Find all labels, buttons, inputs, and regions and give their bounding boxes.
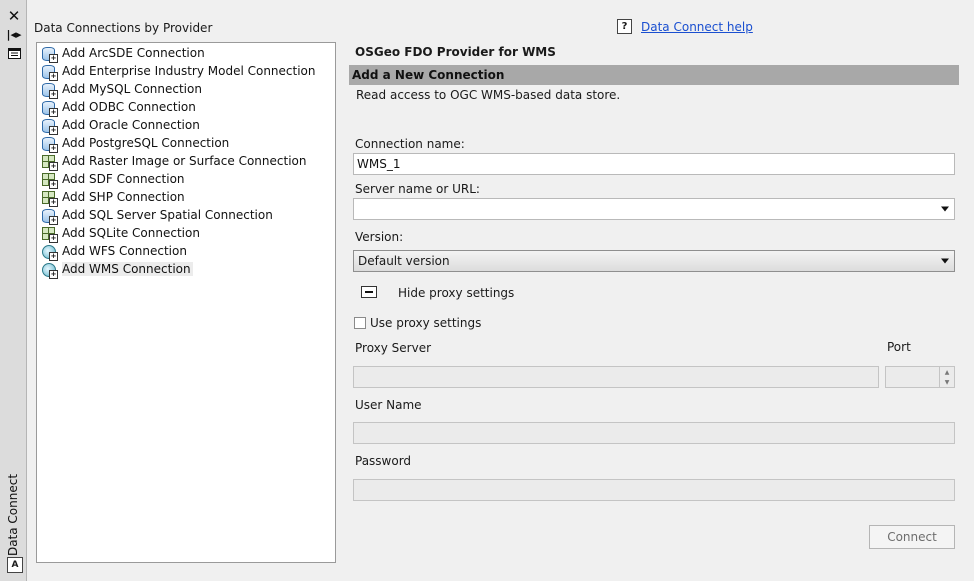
proxy-server-label: Proxy Server	[355, 341, 432, 355]
database-icon: +	[41, 46, 58, 63]
close-icon[interactable]: ✕	[6, 7, 22, 25]
list-item-label: Add ODBC Connection	[62, 100, 196, 114]
list-item-label: Add Raster Image or Surface Connection	[62, 154, 307, 168]
list-item-label: Add PostgreSQL Connection	[62, 136, 230, 150]
user-name-input[interactable]	[353, 422, 955, 444]
list-item[interactable]: + Add Enterprise Industry Model Connectio…	[41, 62, 316, 81]
list-item-label: Add WMS Connection	[62, 262, 193, 276]
list-item-label: Add ArcSDE Connection	[62, 46, 205, 60]
data-connect-help-link[interactable]: Data Connect help	[641, 20, 753, 34]
list-item-label: Add SDF Connection	[62, 172, 185, 186]
list-item[interactable]: + Add Raster Image or Surface Connection	[41, 152, 307, 171]
list-item[interactable]: + Add WMS Connection	[41, 260, 193, 279]
list-item[interactable]: + Add WFS Connection	[41, 242, 187, 261]
file-data-icon: +	[41, 172, 58, 189]
server-url-label: Server name or URL:	[355, 182, 480, 196]
database-icon: +	[41, 100, 58, 117]
password-input[interactable]	[353, 479, 955, 501]
help-icon[interactable]: ?	[617, 19, 632, 34]
connect-button[interactable]: Connect	[869, 525, 955, 549]
palette-strip: ✕ |◂▸ Data Connect A	[0, 0, 27, 581]
provider-title: OSGeo FDO Provider for WMS	[355, 45, 556, 59]
database-icon: +	[41, 208, 58, 225]
version-dropdown-icon[interactable]	[941, 258, 949, 264]
file-data-icon: +	[41, 190, 58, 207]
list-item-label: Add Oracle Connection	[62, 118, 200, 132]
port-down-icon[interactable]: ▼	[939, 377, 954, 387]
server-url-combobox[interactable]	[353, 198, 955, 220]
autohide-icon[interactable]: |◂▸	[6, 26, 22, 42]
database-icon: +	[41, 136, 58, 153]
list-item[interactable]: + Add SQLite Connection	[41, 224, 200, 243]
file-data-icon: +	[41, 226, 58, 243]
list-item-label: Add SHP Connection	[62, 190, 185, 204]
connection-name-label: Connection name:	[355, 137, 465, 151]
list-item-label: Add SQL Server Spatial Connection	[62, 208, 273, 222]
properties-icon[interactable]	[6, 45, 22, 61]
user-name-label: User Name	[355, 398, 422, 412]
version-value: Default version	[358, 254, 450, 268]
palette-a-icon[interactable]: A	[7, 557, 23, 573]
use-proxy-checkbox[interactable]	[354, 317, 366, 329]
list-item[interactable]: + Add Oracle Connection	[41, 116, 200, 135]
version-label: Version:	[355, 230, 404, 244]
provider-list[interactable]: + Add ArcSDE Connection + Add Enterprise In…	[36, 42, 336, 563]
list-item[interactable]: + Add SDF Connection	[41, 170, 185, 189]
password-label: Password	[355, 454, 412, 468]
globe-icon: +	[41, 244, 58, 261]
proxy-server-input[interactable]	[353, 366, 879, 388]
provider-description: Read access to OGC WMS-based data store.	[356, 88, 621, 102]
section-title: Add a New Connection	[352, 68, 505, 82]
list-item[interactable]: + Add SHP Connection	[41, 188, 185, 207]
section-header: Add a New Connection	[349, 65, 959, 85]
file-data-icon: +	[41, 154, 58, 171]
list-item[interactable]: + Add PostgreSQL Connection	[41, 134, 230, 153]
palette-title: Data Connect	[6, 473, 20, 557]
list-item-label: Add Enterprise Industry Model Connection	[62, 64, 316, 78]
database-icon: +	[41, 64, 58, 81]
database-icon: +	[41, 82, 58, 99]
version-select[interactable]: Default version	[353, 250, 955, 272]
list-item[interactable]: + Add ODBC Connection	[41, 98, 196, 117]
provider-list-title: Data Connections by Provider	[34, 21, 213, 35]
database-icon: +	[41, 118, 58, 135]
list-item[interactable]: + Add MySQL Connection	[41, 80, 202, 99]
globe-icon: +	[41, 262, 58, 279]
list-item-label: Add MySQL Connection	[62, 82, 202, 96]
list-item-label: Add WFS Connection	[62, 244, 187, 258]
port-up-icon[interactable]: ▲	[939, 367, 954, 377]
connection-name-input[interactable]	[353, 153, 955, 175]
use-proxy-label[interactable]: Use proxy settings	[370, 316, 481, 330]
collapse-icon[interactable]	[361, 286, 377, 298]
hide-proxy-settings-label[interactable]: Hide proxy settings	[398, 286, 514, 300]
list-item[interactable]: + Add SQL Server Spatial Connection	[41, 206, 273, 225]
list-item-label: Add SQLite Connection	[62, 226, 200, 240]
list-item[interactable]: + Add ArcSDE Connection	[41, 44, 205, 63]
server-url-dropdown-icon[interactable]	[941, 206, 949, 212]
port-stepper[interactable]: ▲ ▼	[885, 366, 955, 388]
port-label: Port	[887, 340, 911, 354]
